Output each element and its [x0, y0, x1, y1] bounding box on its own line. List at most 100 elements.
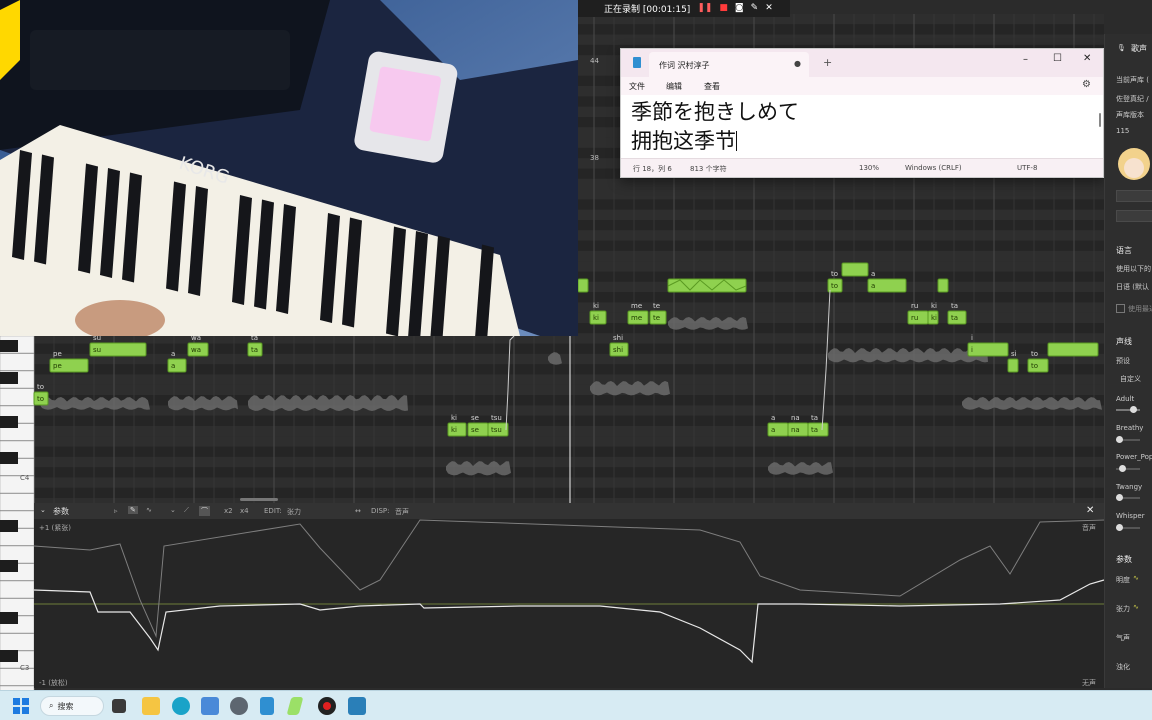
- white-key[interactable]: [0, 353, 35, 371]
- window-close-icon[interactable]: ✕: [1083, 53, 1091, 64]
- pen-icon[interactable]: ✎: [751, 4, 759, 13]
- new-tab-icon[interactable]: +: [823, 56, 832, 69]
- note-block[interactable]: [967, 342, 1009, 357]
- close-icon[interactable]: ✕: [765, 4, 773, 13]
- tool-wave-icon[interactable]: ⌒: [199, 506, 210, 516]
- black-key[interactable]: [0, 520, 18, 532]
- minimize-icon[interactable]: –: [1023, 54, 1028, 65]
- mode-x2-button[interactable]: x2: [224, 507, 233, 515]
- tool-curve-icon[interactable]: ∿: [146, 506, 152, 514]
- slider-whisper[interactable]: [1116, 524, 1140, 531]
- edge-browser-icon[interactable]: [172, 697, 190, 715]
- slider-twangy-label: Twangy: [1116, 483, 1143, 491]
- store-icon[interactable]: [201, 697, 219, 715]
- slider-whisper-label: Whisper: [1116, 512, 1145, 520]
- note-block[interactable]: [937, 278, 949, 293]
- param-bottom-right-label: 无声: [1082, 679, 1096, 687]
- param-collapse-icon[interactable]: ⌄: [40, 506, 46, 514]
- use-recent-checkbox[interactable]: [1116, 304, 1125, 313]
- status-zoom: 130%: [859, 164, 880, 172]
- preset-value[interactable]: 自定义: [1120, 374, 1141, 384]
- voice-option-box-1[interactable]: [1116, 190, 1152, 202]
- voice-timbre-header: 声线: [1116, 337, 1132, 346]
- param-tension[interactable]: 张力: [1116, 604, 1130, 614]
- param-voicing[interactable]: 浊化: [1116, 662, 1130, 672]
- language-value[interactable]: 日语 (默认: [1116, 282, 1149, 292]
- search-icon: ⌕: [49, 701, 54, 710]
- notepad-taskbar-icon[interactable]: [260, 697, 274, 715]
- tool-select-icon[interactable]: ▹: [114, 507, 118, 515]
- white-key[interactable]: [0, 493, 35, 511]
- slider-twangy[interactable]: [1116, 494, 1140, 501]
- settings-icon[interactable]: [230, 697, 248, 715]
- swap-icon[interactable]: ↔: [355, 507, 361, 515]
- piano-keyboard[interactable]: [0, 335, 35, 690]
- record-app-icon[interactable]: [318, 697, 336, 715]
- notepad-text-area[interactable]: 季節を抱きしめて 拥抱这季节: [621, 95, 1103, 159]
- param-close-icon[interactable]: ✕: [1086, 505, 1094, 516]
- note-lyric: te: [653, 314, 660, 322]
- slider-adult[interactable]: [1116, 406, 1140, 413]
- search-label: 搜索: [57, 701, 74, 711]
- white-key[interactable]: [0, 580, 35, 599]
- disp-label: DISP:: [371, 507, 390, 515]
- menu-edit[interactable]: 编辑: [666, 81, 682, 92]
- note-label: ru: [911, 302, 918, 310]
- black-key[interactable]: [0, 612, 18, 624]
- recording-status: 正在录制 [00:01:15]: [604, 5, 691, 15]
- use-following-label: 使用以下的: [1116, 265, 1151, 273]
- current-voice-label: 当前声库 (: [1116, 76, 1149, 84]
- unsaved-dot-icon[interactable]: ●: [794, 59, 801, 68]
- mode-x4-button[interactable]: x4: [240, 507, 249, 515]
- param-brightness[interactable]: 明度: [1116, 575, 1130, 585]
- stop-icon[interactable]: ■: [719, 4, 728, 13]
- file-explorer-icon[interactable]: [142, 697, 160, 715]
- black-key[interactable]: [0, 416, 18, 428]
- voice-value[interactable]: 佐登真纪 /: [1116, 94, 1149, 104]
- note-block[interactable]: [1047, 342, 1099, 357]
- note-lyric: ki: [931, 314, 937, 322]
- black-key[interactable]: [0, 340, 18, 352]
- camera-image: KORG: [0, 0, 578, 336]
- black-key[interactable]: [0, 650, 18, 662]
- note-block[interactable]: [1007, 358, 1019, 373]
- note-lyric: to: [37, 395, 44, 403]
- taskbar-search[interactable]: ⌕ 搜索: [40, 696, 104, 716]
- black-key[interactable]: [0, 452, 18, 464]
- windows-start-icon[interactable]: [13, 698, 29, 714]
- synth-app-icon[interactable]: [286, 697, 304, 715]
- black-key[interactable]: [0, 560, 18, 572]
- white-key[interactable]: [0, 388, 35, 406]
- settings-gear-icon[interactable]: ⚙: [1082, 79, 1091, 90]
- notepad-window[interactable]: 作词 沢村淳子 ● + – ☐ ✕ 文件 编辑 查看 ⚙ 季節を抱きしめて 拥抱…: [620, 48, 1104, 178]
- pause-icon[interactable]: ❚❚: [697, 4, 712, 13]
- tool-ramp-icon[interactable]: ⟋: [184, 506, 189, 515]
- mic-icon: 🎙: [1117, 44, 1126, 52]
- status-eol: Windows (CRLF): [905, 164, 962, 172]
- tool-down-icon[interactable]: ⌄: [170, 506, 176, 514]
- note-block[interactable]: [577, 278, 589, 293]
- menu-file[interactable]: 文件: [629, 81, 645, 92]
- notepad-scrollbar[interactable]: [1099, 113, 1101, 127]
- maximize-icon[interactable]: ☐: [1053, 53, 1062, 64]
- slider-breathy[interactable]: [1116, 436, 1140, 443]
- notepad-tab[interactable]: 作词 沢村淳子 ●: [649, 52, 809, 77]
- monitor-app-icon[interactable]: [348, 697, 366, 715]
- scroll-thumb[interactable]: [240, 498, 278, 501]
- camera-icon[interactable]: ◙: [735, 4, 744, 13]
- param-breath[interactable]: 气声: [1116, 633, 1130, 643]
- voice-option-box-2[interactable]: [1116, 210, 1152, 222]
- slider-power-pop[interactable]: [1116, 465, 1140, 472]
- menu-view[interactable]: 查看: [704, 81, 720, 92]
- note-block[interactable]: [841, 262, 869, 277]
- voice-version-value[interactable]: 115: [1116, 127, 1129, 135]
- note-lyric: ki: [451, 426, 457, 434]
- note-lyric: me: [631, 314, 642, 322]
- disp-value[interactable]: 音声: [395, 507, 409, 517]
- tool-pen-icon[interactable]: ✎: [128, 506, 138, 514]
- task-view-icon[interactable]: [112, 699, 126, 713]
- lyrics-line-2-text: 拥抱这季节: [631, 129, 736, 153]
- edit-value[interactable]: 张力: [287, 507, 301, 517]
- black-key[interactable]: [0, 372, 18, 384]
- white-key[interactable]: [0, 633, 35, 651]
